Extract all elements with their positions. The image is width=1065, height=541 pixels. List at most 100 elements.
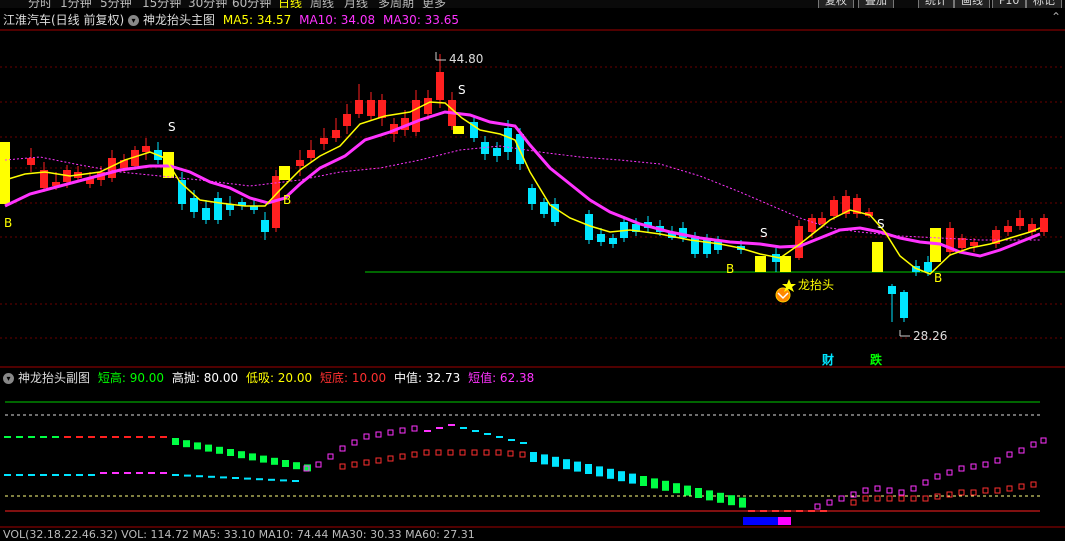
indicator-dash xyxy=(100,472,107,474)
indicator-marker xyxy=(1030,481,1037,488)
dragon-signal-label: 龙抬头 xyxy=(798,278,834,292)
indicator-dash xyxy=(424,430,431,432)
ma5-line xyxy=(4,101,1041,275)
indicator-block xyxy=(717,492,724,503)
indicator-marker xyxy=(922,479,929,486)
sub-indicator-plot xyxy=(4,424,1047,512)
indicator-block xyxy=(293,462,300,470)
indicator-marker xyxy=(862,487,869,494)
indicator-dash xyxy=(148,436,155,438)
indicator-dash xyxy=(16,436,23,438)
indicator-marker xyxy=(1040,437,1047,444)
candle-body xyxy=(296,160,304,166)
indicator-dash xyxy=(4,474,11,476)
indicator-marker xyxy=(423,449,430,456)
indicator-block xyxy=(304,464,311,472)
indicator-block xyxy=(739,497,746,508)
indicator-dash xyxy=(100,436,107,438)
indicator-dash xyxy=(220,476,227,479)
candle-body xyxy=(343,114,351,126)
finance-marker: 财 xyxy=(821,352,834,367)
indicator-marker xyxy=(814,503,821,510)
indicator-marker xyxy=(1006,451,1013,458)
indicator-dash xyxy=(16,474,23,476)
buy-mark: B xyxy=(4,216,12,230)
indicator-marker xyxy=(898,489,905,496)
candle-body xyxy=(436,72,444,100)
indicator-block xyxy=(607,468,614,479)
indicator-dash xyxy=(172,474,179,476)
signal-bar xyxy=(872,242,883,272)
indicator-marker xyxy=(922,495,929,502)
buy-mark: B xyxy=(726,262,734,276)
indicator-marker xyxy=(375,457,382,464)
candle-body xyxy=(1004,226,1012,232)
buy-mark: B xyxy=(934,271,942,285)
candle-body xyxy=(888,286,896,294)
indicator-marker xyxy=(1030,441,1037,448)
buy-mark: B xyxy=(283,193,291,207)
indicator-block xyxy=(282,460,289,467)
indicator-dash xyxy=(148,472,155,474)
candle-body xyxy=(27,158,35,165)
indicator-marker xyxy=(874,485,881,492)
candlesticks xyxy=(27,54,1048,322)
indicator-dash xyxy=(64,474,71,476)
indicator-dash xyxy=(292,480,299,482)
indicator-marker xyxy=(910,495,917,502)
sell-mark: S xyxy=(877,217,885,231)
indicator-marker xyxy=(507,450,514,457)
indicator-dash xyxy=(76,474,83,476)
indicator-block xyxy=(629,473,636,484)
signal-bar xyxy=(453,126,464,134)
indicator-dash xyxy=(76,436,83,438)
indicator-marker xyxy=(399,427,406,434)
indicator-marker xyxy=(910,485,917,492)
indicator-marker xyxy=(874,495,881,502)
indicator-dash xyxy=(232,477,239,479)
indicator-dash xyxy=(40,436,47,438)
indicator-dash xyxy=(136,436,143,438)
indicator-marker xyxy=(387,429,394,436)
indicator-block xyxy=(172,438,179,445)
indicator-marker xyxy=(826,499,833,506)
indicator-marker xyxy=(838,495,845,502)
indicator-block xyxy=(249,453,256,461)
indicator-marker xyxy=(958,465,965,472)
sell-mark: S xyxy=(458,83,466,97)
signal-bar xyxy=(0,142,10,204)
signal-bar xyxy=(755,256,766,272)
candle-body xyxy=(142,146,150,152)
indicator-marker xyxy=(339,445,346,452)
indicator-dash xyxy=(196,475,203,478)
candle-body xyxy=(924,262,932,272)
indicator-marker xyxy=(970,489,977,496)
indicator-marker xyxy=(898,495,905,502)
candle-body xyxy=(202,208,210,220)
indicator-marker xyxy=(934,473,941,480)
candle-body xyxy=(528,188,536,204)
indicator-dash xyxy=(820,510,827,512)
candle-body xyxy=(597,234,605,242)
indicator-marker xyxy=(946,469,953,476)
indicator-dash xyxy=(88,436,95,438)
indicator-dash xyxy=(244,477,251,480)
candle-body xyxy=(332,130,340,138)
indicator-dash xyxy=(496,436,503,438)
indicator-block xyxy=(662,480,669,491)
indicator-dash xyxy=(436,427,443,429)
indicator-block xyxy=(530,452,537,462)
indicator-marker xyxy=(519,451,526,458)
indicator-marker xyxy=(315,461,322,468)
indicator-dash xyxy=(796,510,803,512)
candle-body xyxy=(900,292,908,318)
indicator-dash xyxy=(52,474,59,476)
indicator-marker xyxy=(994,457,1001,464)
indicator-block xyxy=(205,444,212,452)
indicator-dash xyxy=(208,475,215,478)
indicator-block xyxy=(706,490,713,501)
indicator-block xyxy=(585,464,592,474)
indicator-marker xyxy=(862,495,869,502)
indicator-marker xyxy=(1018,483,1025,490)
candle-body xyxy=(1016,218,1024,226)
